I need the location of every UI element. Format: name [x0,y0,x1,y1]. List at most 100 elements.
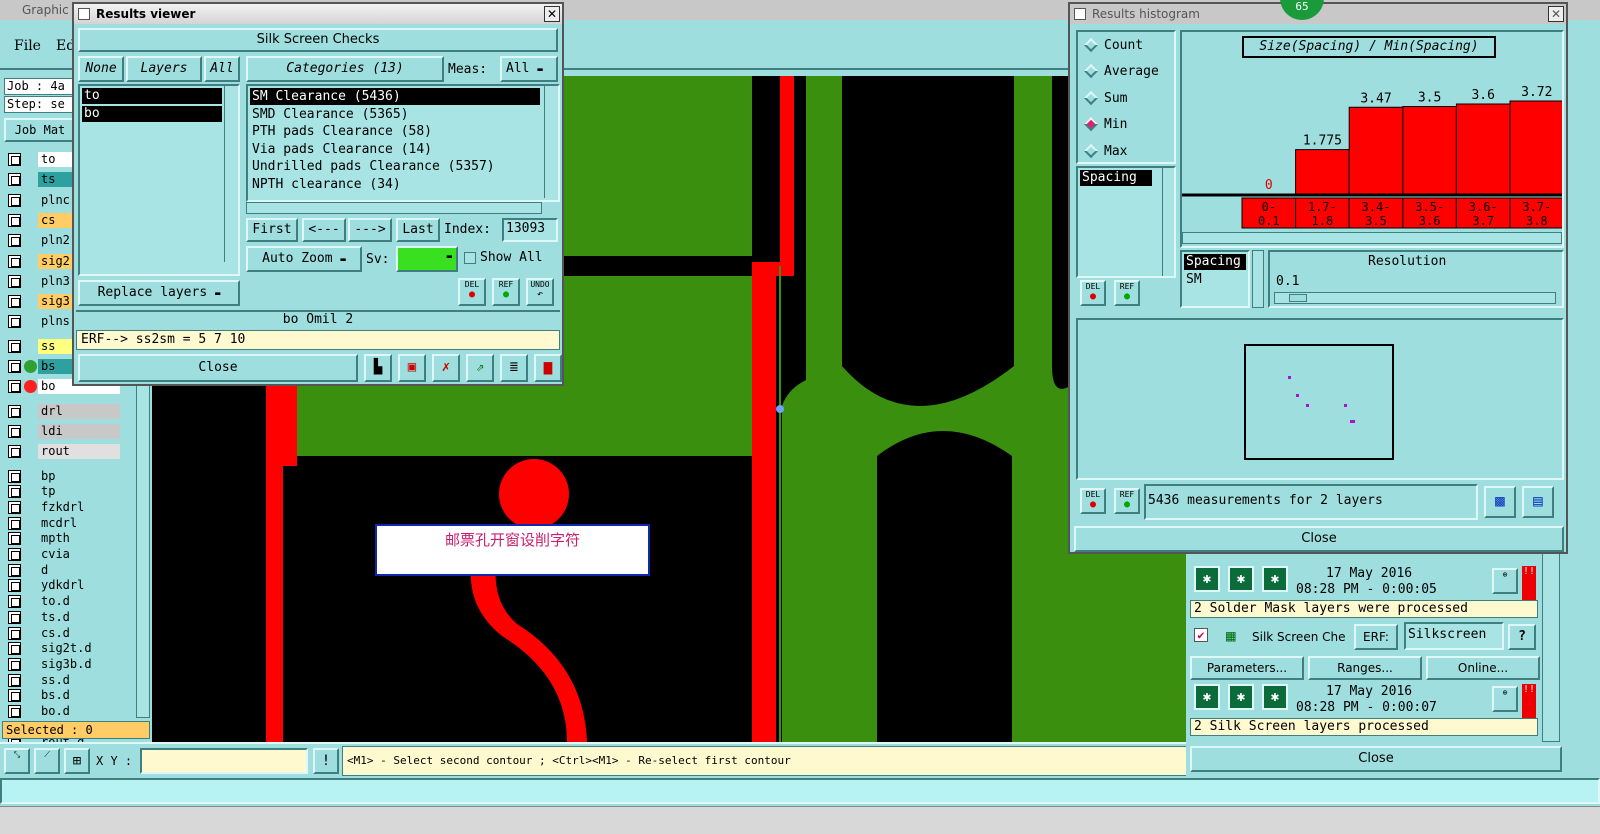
radio-diamond-icon[interactable] [1083,37,1099,53]
spacing-list-vscroll[interactable] [1252,250,1264,308]
layer-row[interactable]: to.d [6,594,122,610]
layer-row[interactable]: sig2t.d [6,641,122,657]
online-button[interactable]: Online... [1426,656,1540,680]
help-button[interactable]: ? [1508,624,1536,650]
layer-checkbox[interactable] [8,193,21,207]
layer-checkbox[interactable] [8,657,21,671]
alert-icon[interactable]: ! [313,748,339,774]
category-item[interactable]: PTH pads Clearance (58) [250,123,540,140]
layer-row[interactable]: mcdrl [6,515,122,531]
layer-name[interactable]: bo.d [38,704,120,719]
auto-zoom-dropdown[interactable]: Auto Zoom ▬ [246,246,362,272]
run-icon[interactable]: ✱ [1194,566,1220,592]
layer-checkbox[interactable] [8,610,21,624]
ref-icon[interactable]: REF ● [1114,280,1140,306]
layer-name[interactable]: sig2t.d [38,641,120,657]
layer-display-dot[interactable] [24,360,37,373]
radio-diamond-icon[interactable] [1083,143,1099,158]
layer-row[interactable]: d [6,562,122,578]
layer-row[interactable]: bo.d [6,704,122,719]
layer-checkbox[interactable] [8,532,21,546]
erf-button[interactable]: ERF: [1354,624,1398,650]
layer-name[interactable]: rout [38,444,120,460]
layer-checkbox[interactable] [8,274,21,288]
zoom-icon[interactable]: ⊕ [1492,686,1518,712]
layer-name[interactable]: bs.d [38,688,120,704]
layer-checkbox[interactable] [8,516,21,530]
stat-option-count[interactable]: Count [1083,36,1174,56]
grid-icon[interactable]: ⊞ [64,748,90,774]
menu-file[interactable]: File [14,38,41,54]
layer-row[interactable]: sig3b.d [6,656,122,672]
layer-checkbox[interactable] [8,642,21,656]
layer-row[interactable]: rout [6,444,122,460]
stat-option-max[interactable]: Max [1083,142,1174,162]
category-item[interactable]: SM Clearance (5436) [250,88,540,105]
metric-list-vscroll[interactable] [1162,168,1174,276]
layer-row[interactable]: cs.d [6,625,122,641]
parameters-button[interactable]: Parameters... [1190,656,1304,680]
layer-checkbox[interactable] [8,254,21,268]
layer-name[interactable]: cs.d [38,625,120,641]
layer-checkbox[interactable] [8,485,21,499]
meas-dropdown[interactable]: All ▬ [500,56,558,82]
remove-icon[interactable]: ✗ [432,354,460,382]
category-item[interactable]: SMD Clearance (5365) [250,106,540,123]
layer-checkbox[interactable] [8,153,21,166]
layer-name[interactable]: tp [38,484,120,500]
prev-button[interactable]: <--- [302,218,346,242]
close-icon[interactable]: ✕ [544,6,560,22]
layer-result-item[interactable]: bo [82,106,222,122]
ranges-button[interactable]: Ranges... [1308,656,1422,680]
layer-row[interactable]: ldi [6,423,122,439]
ref-icon[interactable]: REF ● [1114,488,1140,514]
layer-checkbox[interactable] [8,548,21,561]
layer-checkbox[interactable] [8,295,21,309]
zoom-graph-icon[interactable]: ▤ [1522,486,1554,518]
layer-name[interactable]: sig3b.d [38,656,120,672]
layer-name[interactable]: cvia [38,547,120,562]
metric-item[interactable]: Spacing [1080,170,1152,186]
all-layers-button[interactable]: All [204,56,240,82]
show-all-checkbox[interactable] [464,252,476,264]
layer-checkbox[interactable] [8,404,21,418]
spacing-list[interactable]: Spacing SM [1180,250,1250,308]
layer-list-vscroll[interactable] [224,86,236,262]
layer-name[interactable]: d [38,562,120,578]
slider-handle[interactable] [1289,294,1307,302]
del-icon[interactable]: DEL ● [1080,280,1106,306]
layer-row[interactable]: drl [6,403,122,419]
stat-option-average[interactable]: Average [1083,62,1174,82]
run-icon[interactable]: ✱ [1194,684,1220,710]
resolution-slider[interactable] [1274,292,1556,304]
checklist-scrollbar[interactable] [1542,552,1560,742]
erf-input[interactable]: Silkscreen [1404,622,1504,650]
layer-checkbox[interactable] [8,626,21,640]
spacing-item[interactable]: Spacing [1184,254,1246,270]
layer-checkbox[interactable] [8,234,21,248]
layer-checkbox[interactable] [8,563,21,577]
layer-row[interactable]: ts.d [6,609,122,625]
layers-button[interactable]: Layers [126,56,202,82]
first-button[interactable]: First [246,218,298,242]
chart-hscroll[interactable] [1182,232,1562,244]
metric-list[interactable]: Spacing [1076,166,1176,278]
layer-checkbox[interactable] [8,595,21,609]
category-item[interactable]: Via pads Clearance (14) [250,141,540,158]
del-icon[interactable]: DEL ● [458,278,486,306]
layer-checkbox[interactable] [8,213,21,227]
notes-icon[interactable]: ≣ [500,354,528,382]
layer-checkbox[interactable] [8,339,21,353]
layer-row[interactable]: bs.d [6,688,122,704]
close-icon[interactable]: ✕ [1548,6,1564,22]
layer-row[interactable]: ss.d [6,672,122,688]
index-input[interactable]: 13093 [502,218,558,242]
replace-layers-dropdown[interactable]: Replace layers ▬ [78,280,240,306]
layer-name[interactable]: ss.d [38,672,120,688]
categories-list[interactable]: SM Clearance (5436) SMD Clearance (5365) P… [246,84,560,202]
report-icon[interactable]: ▙ [364,354,392,382]
save-icon[interactable]: ▣ [398,354,426,382]
layer-checkbox[interactable] [8,173,21,187]
layer-row[interactable]: cvia [6,547,122,562]
layer-name[interactable]: drl [38,403,120,419]
